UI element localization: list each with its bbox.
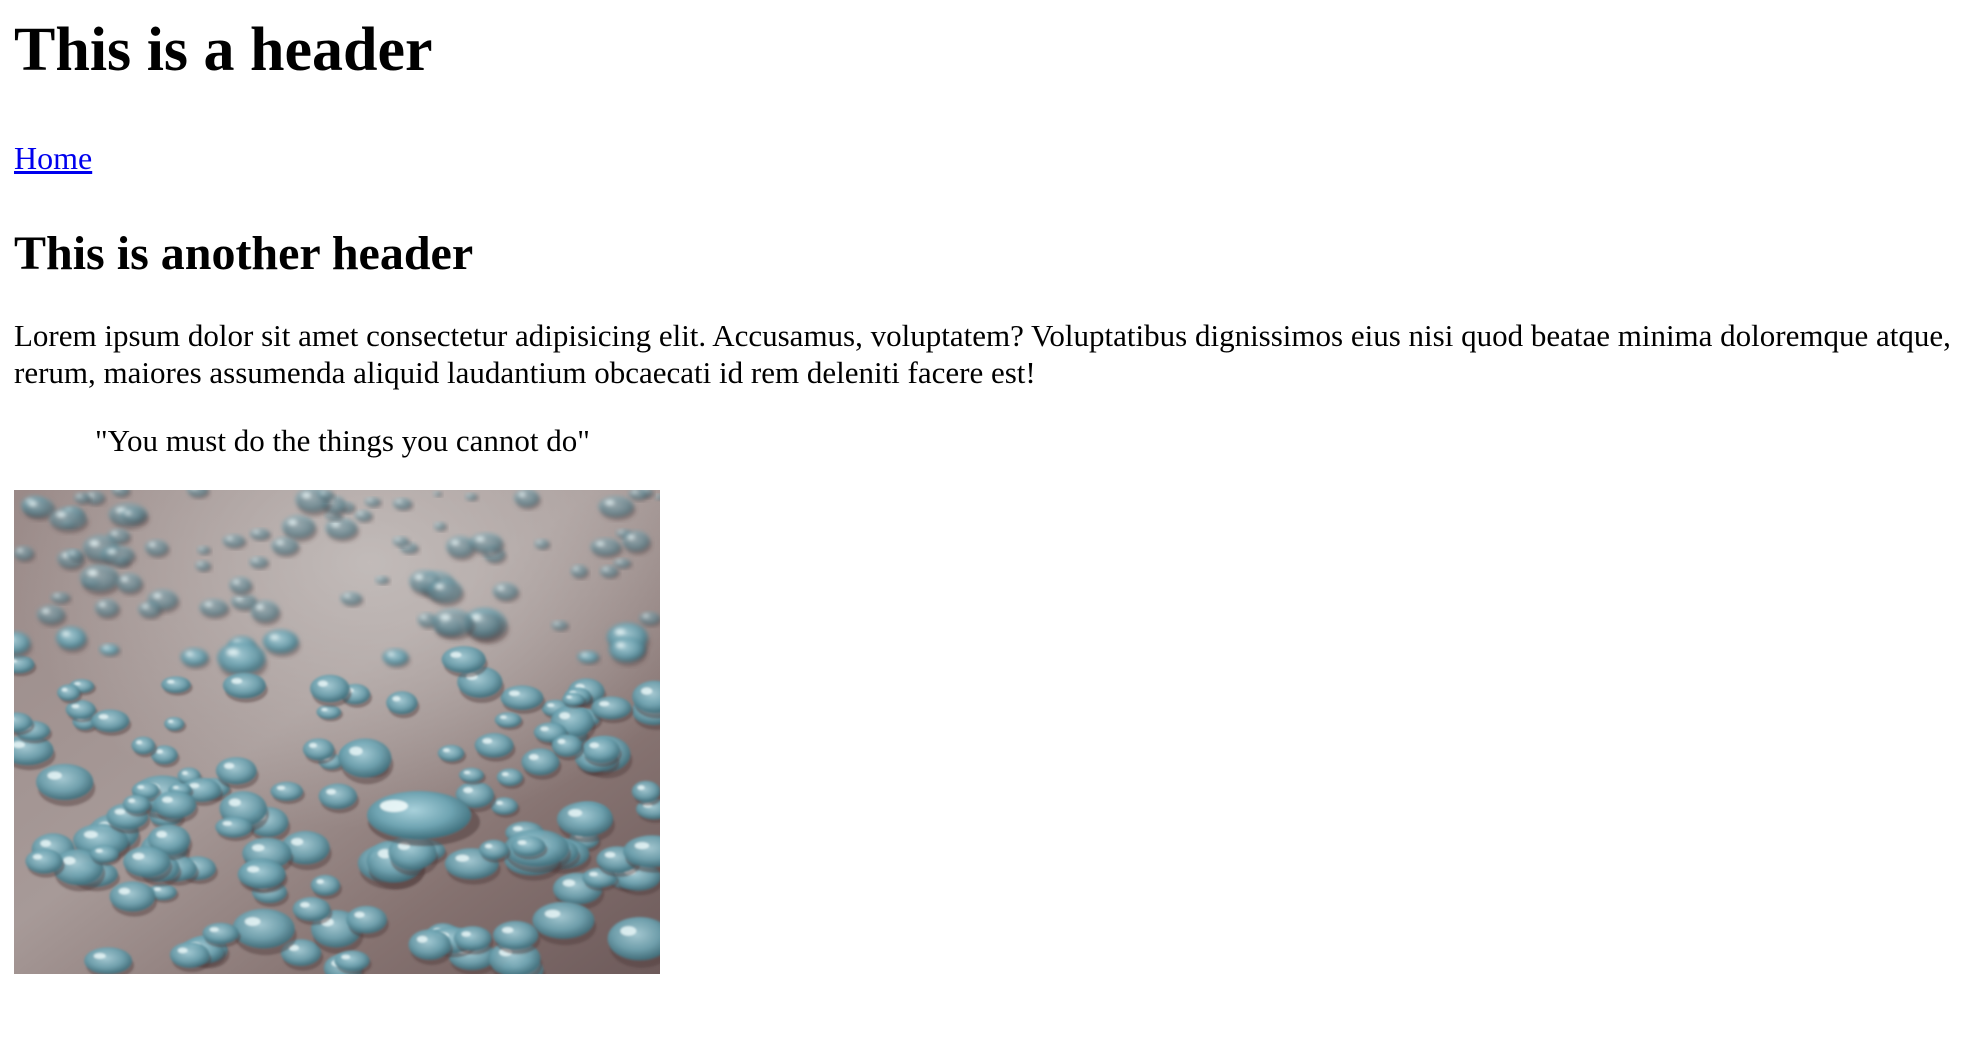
water-droplets-image <box>14 490 660 974</box>
section-header: This is another header <box>14 227 474 280</box>
page-header: This is a header <box>14 16 433 84</box>
page-content: This is a header Home This is another he… <box>14 0 1956 974</box>
quote: "You must do the things you cannot do" <box>95 423 590 458</box>
lorem-paragraph: Lorem ipsum dolor sit amet consectetur a… <box>14 318 1951 390</box>
home-link[interactable]: Home <box>14 140 92 176</box>
navigation: Home <box>14 140 1956 176</box>
